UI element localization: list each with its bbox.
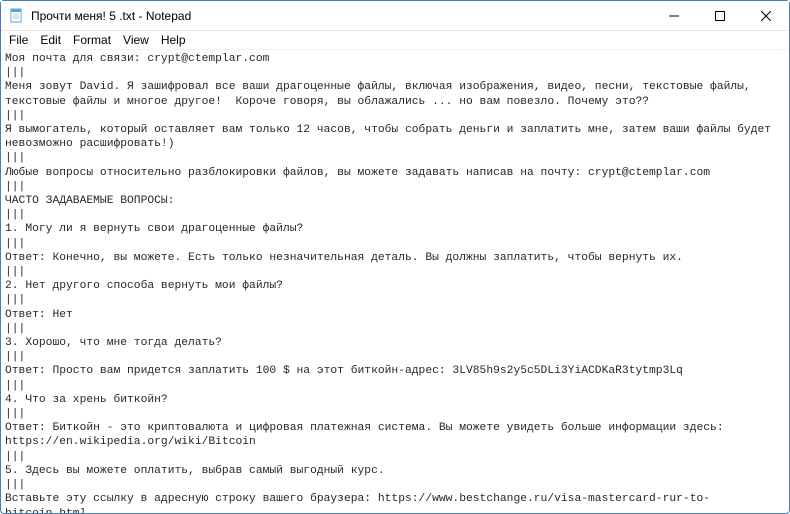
text-line: |||	[5, 237, 785, 251]
text-line: Я вымогатель, который оставляет вам толь…	[5, 123, 785, 151]
text-line: Меня зовут David. Я зашифровал все ваши …	[5, 80, 785, 108]
maximize-button[interactable]	[697, 1, 743, 30]
text-line: |||	[5, 151, 785, 165]
minimize-button[interactable]	[651, 1, 697, 30]
text-line: |||	[5, 293, 785, 307]
titlebar: Прочти меня! 5 .txt - Notepad	[1, 1, 789, 31]
text-line: |||	[5, 180, 785, 194]
notepad-icon	[9, 8, 25, 24]
text-line: Любые вопросы относительно разблокировки…	[5, 166, 785, 180]
text-line: |||	[5, 265, 785, 279]
close-button[interactable]	[743, 1, 789, 30]
text-line: |||	[5, 379, 785, 393]
text-line: |||	[5, 350, 785, 364]
menu-file[interactable]: File	[3, 32, 34, 48]
window-title: Прочти меня! 5 .txt - Notepad	[31, 9, 651, 23]
text-line: Моя почта для связи: crypt@ctemplar.com	[5, 52, 785, 66]
text-area[interactable]: Моя почта для связи: crypt@ctemplar.com|…	[1, 50, 789, 513]
menu-format[interactable]: Format	[67, 32, 117, 48]
text-line: Ответ: Конечно, вы можете. Есть только н…	[5, 251, 785, 265]
text-line: |||	[5, 407, 785, 421]
text-line: |||	[5, 66, 785, 80]
menu-view[interactable]: View	[117, 32, 155, 48]
text-line: |||	[5, 109, 785, 123]
text-line: 3. Хорошо, что мне тогда делать?	[5, 336, 785, 350]
menu-help[interactable]: Help	[155, 32, 192, 48]
text-line: |||	[5, 208, 785, 222]
text-line: |||	[5, 478, 785, 492]
text-line: Вставьте эту ссылку в адресную строку ва…	[5, 492, 785, 513]
text-line: Ответ: Просто вам придется заплатить 100…	[5, 364, 785, 378]
window-controls	[651, 1, 789, 30]
text-line: Ответ: Нет	[5, 308, 785, 322]
text-line: Ответ: Биткойн - это криптовалюта и цифр…	[5, 421, 785, 449]
text-line: |||	[5, 322, 785, 336]
text-line: 5. Здесь вы можете оплатить, выбрав самы…	[5, 464, 785, 478]
text-line: ЧАСТО ЗАДАВАЕМЫЕ ВОПРОСЫ:	[5, 194, 785, 208]
text-line: 2. Нет другого способа вернуть мои файлы…	[5, 279, 785, 293]
text-line: 1. Могу ли я вернуть свои драгоценные фа…	[5, 222, 785, 236]
menubar: File Edit Format View Help	[1, 31, 789, 50]
text-line: 4. Что за хрень биткойн?	[5, 393, 785, 407]
text-line: |||	[5, 450, 785, 464]
menu-edit[interactable]: Edit	[34, 32, 67, 48]
